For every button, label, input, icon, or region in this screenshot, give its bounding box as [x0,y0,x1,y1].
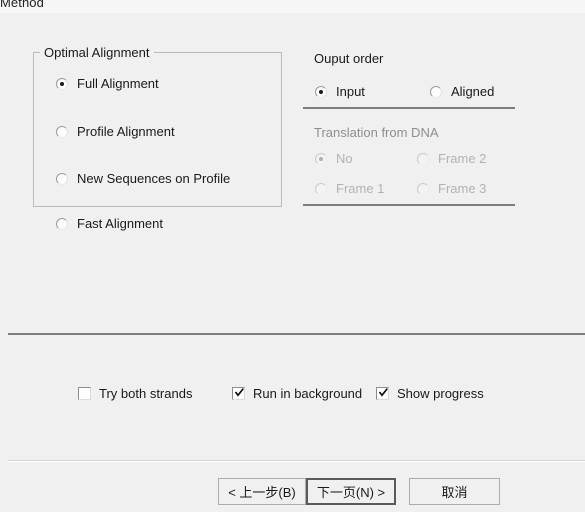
wizard-header-band: Method [0,0,585,13]
separator-above-options [8,333,585,335]
radio-profile-alignment[interactable]: Profile Alignment [56,124,175,139]
back-button[interactable]: < 上一步(B) [218,478,306,505]
radio-new-sequences-on-profile[interactable]: New Sequences on Profile [56,171,230,186]
radio-indicator-fast-alignment[interactable] [56,217,68,230]
radio-label-new-sequences-on-profile: New Sequences on Profile [77,171,231,186]
radio-label-translation-frame-3: Frame 3 [438,181,487,196]
separator-below-output-order [303,107,515,109]
radio-output-order-aligned[interactable]: Aligned [430,84,494,99]
checkbox-label-show-progress: Show progress [397,386,484,401]
radio-translation-frame-3: Frame 3 [417,181,486,196]
separator-above-buttons-highlight [8,461,585,462]
radio-label-translation-frame-1: Frame 1 [336,181,385,196]
radio-indicator-translation-frame-3 [417,182,429,195]
translation-from-dna-heading: Translation from DNA [314,125,439,140]
radio-label-profile-alignment: Profile Alignment [77,124,175,139]
output-order-heading: Ouput order [314,51,384,66]
separator-below-translation [303,204,515,206]
checkbox-label-run-in-background: Run in background [253,386,363,401]
checkbox-indicator-show-progress[interactable] [376,387,389,400]
radio-full-alignment[interactable]: Full Alignment [56,76,159,91]
radio-label-translation-no: No [336,151,353,166]
radio-translation-frame-2: Frame 2 [417,151,486,166]
checkbox-indicator-try-both-strands[interactable] [78,387,91,400]
checkbox-indicator-run-in-background[interactable] [232,387,245,400]
radio-indicator-output-order-aligned[interactable] [430,85,442,98]
next-button[interactable]: 下一页(N) > [306,478,396,505]
radio-indicator-new-sequences-on-profile[interactable] [56,172,68,185]
checkbox-show-progress[interactable]: Show progress [376,386,484,401]
radio-indicator-translation-no [315,152,327,165]
radio-translation-frame-1: Frame 1 [315,181,384,196]
radio-label-fast-alignment: Fast Alignment [77,216,163,231]
page-title: Method [0,0,44,10]
radio-indicator-translation-frame-2 [417,152,429,165]
radio-indicator-profile-alignment[interactable] [56,125,68,138]
radio-translation-no: No [315,151,353,166]
radio-label-output-order-aligned: Aligned [451,84,495,99]
checkbox-run-in-background[interactable]: Run in background [232,386,362,401]
radio-output-order-input[interactable]: Input [315,84,365,99]
radio-label-translation-frame-2: Frame 2 [438,151,487,166]
radio-indicator-translation-frame-1 [315,182,327,195]
radio-fast-alignment[interactable]: Fast Alignment [56,216,163,231]
check-icon [378,388,388,397]
cancel-button[interactable]: 取消 [409,478,500,505]
radio-label-full-alignment: Full Alignment [77,76,159,91]
radio-label-output-order-input: Input [336,84,365,99]
checkbox-try-both-strands[interactable]: Try both strands [78,386,192,401]
check-icon [234,388,244,397]
optimal-alignment-legend: Optimal Alignment [40,45,154,60]
radio-indicator-output-order-input[interactable] [315,85,327,98]
radio-indicator-full-alignment[interactable] [56,77,68,90]
checkbox-label-try-both-strands: Try both strands [99,386,193,401]
